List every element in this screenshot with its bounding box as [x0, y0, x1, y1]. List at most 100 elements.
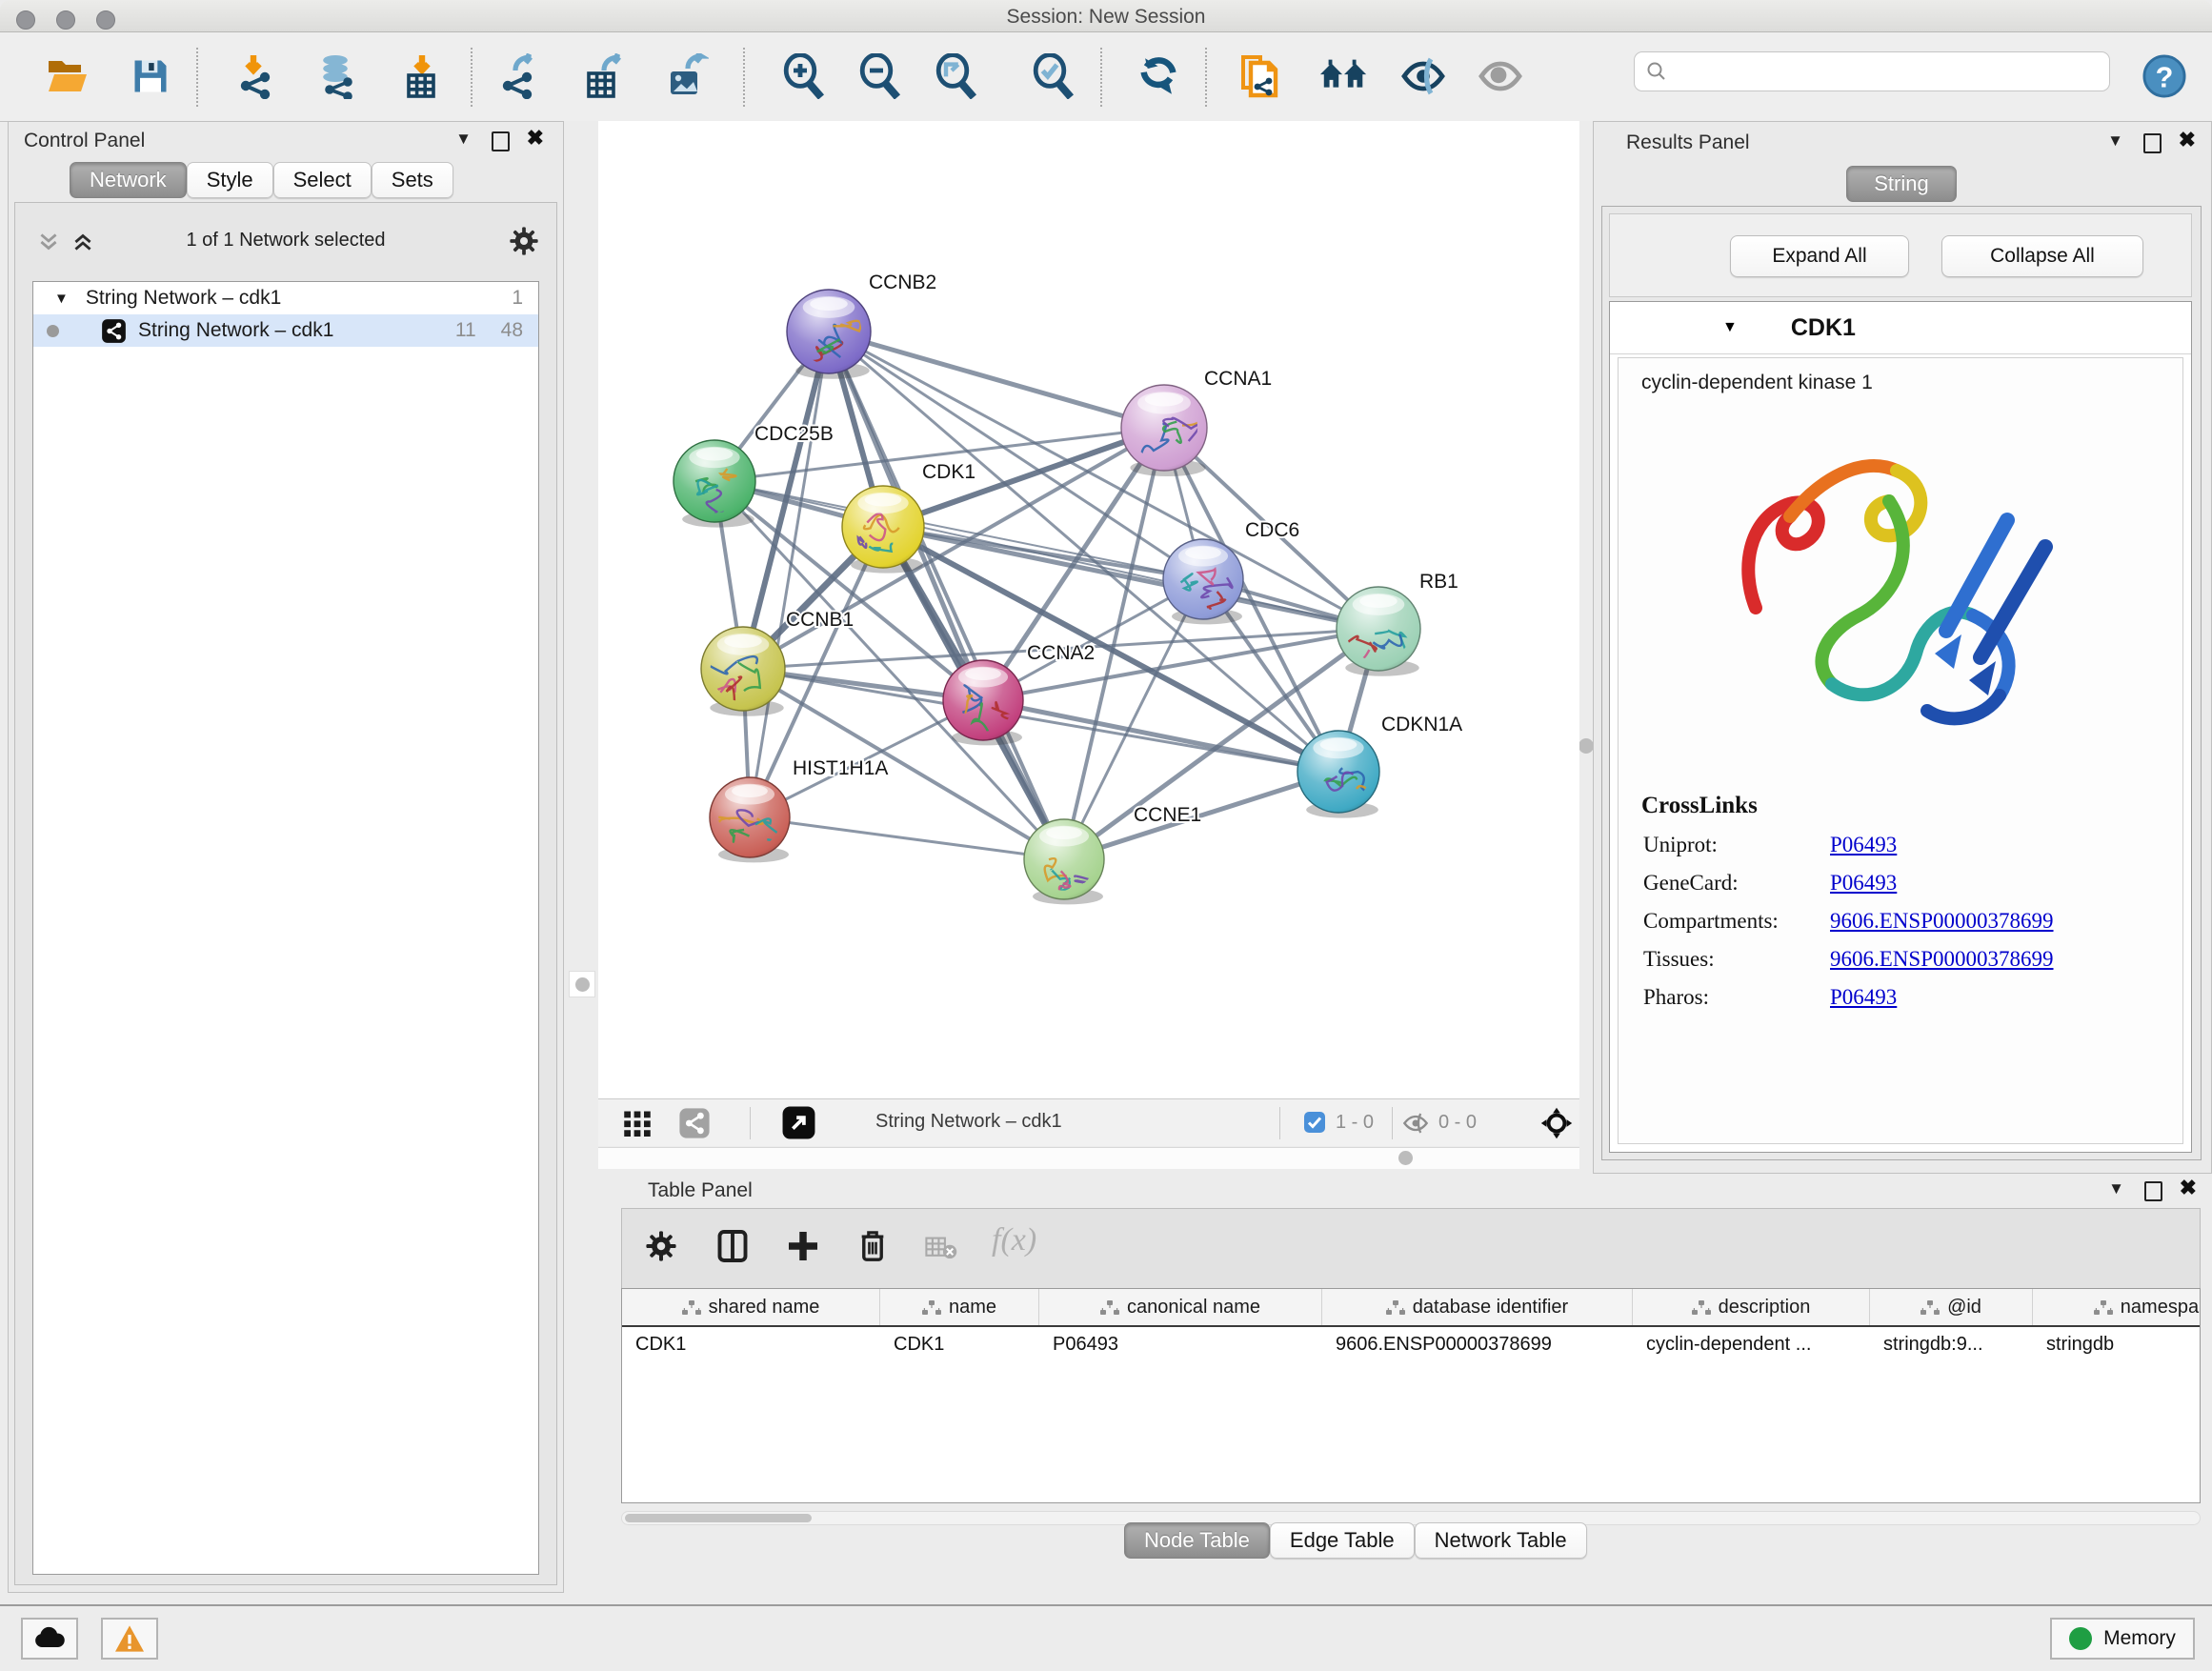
- edge-CCNB2-CCNA1[interactable]: [829, 332, 1164, 428]
- node-CCNA2[interactable]: [943, 660, 1023, 745]
- zoom-in-button[interactable]: [779, 51, 829, 101]
- network-canvas[interactable]: CCNB2CCNA1CDC25BCDK1CDC6RB1CCNB1CCNA2CDK…: [598, 121, 1579, 1098]
- crosslink-link[interactable]: P06493: [1830, 985, 1897, 1010]
- show-columns-icon[interactable]: [715, 1228, 750, 1264]
- import-network-from-file-button[interactable]: [232, 51, 282, 101]
- node-CDKN1A[interactable]: [1297, 731, 1383, 818]
- results-panel-float-icon[interactable]: [2143, 133, 2162, 158]
- tab-network-table[interactable]: Network Table: [1415, 1522, 1587, 1559]
- scrollbar-thumb[interactable]: [625, 1514, 812, 1522]
- hidden-eye-slash-icon[interactable]: [1402, 1110, 1429, 1137]
- export-network-button[interactable]: [494, 51, 544, 101]
- table-cell[interactable]: CDK1: [622, 1327, 880, 1361]
- save-session-button[interactable]: [126, 51, 175, 101]
- cloud-status-button[interactable]: [21, 1618, 78, 1660]
- results-panel-close-icon[interactable]: ✖: [2179, 128, 2196, 152]
- crosslink-link[interactable]: P06493: [1830, 871, 1897, 896]
- grid-view-icon[interactable]: [623, 1109, 652, 1137]
- open-session-button[interactable]: [43, 51, 92, 101]
- expand-all-button[interactable]: Expand All: [1730, 235, 1909, 277]
- tab-style[interactable]: Style: [187, 162, 273, 198]
- zoom-selected-button[interactable]: [1029, 51, 1078, 101]
- table-cell[interactable]: P06493: [1039, 1327, 1322, 1361]
- crosslink-link[interactable]: P06493: [1830, 833, 1897, 857]
- node-table-body[interactable]: CDK1CDK1P064939606.ENSP00000378699cyclin…: [622, 1327, 2200, 1361]
- crosslink-link[interactable]: 9606.ENSP00000378699: [1830, 909, 2054, 934]
- table-cell[interactable]: stringdb: [2033, 1327, 2201, 1361]
- entry-collapse-caret[interactable]: ▼: [1722, 319, 1738, 336]
- search-input[interactable]: [1634, 51, 2110, 91]
- panel-splitter-left[interactable]: [564, 121, 598, 1593]
- import-table-from-file-button[interactable]: [397, 51, 447, 101]
- fit-content-button[interactable]: [932, 51, 981, 101]
- tab-network[interactable]: Network: [70, 162, 187, 198]
- network-options-gear-icon[interactable]: [509, 226, 539, 256]
- node-table-header[interactable]: shared namenamecanonical namedatabase id…: [622, 1289, 2200, 1327]
- detach-view-icon[interactable]: [781, 1105, 816, 1140]
- control-panel-float-icon[interactable]: [492, 131, 510, 156]
- edge-CCNB2-HIST1H1A[interactable]: [750, 332, 829, 817]
- select-first-neighbors-button[interactable]: [1319, 51, 1369, 101]
- cdk1-entry-header[interactable]: ▼ CDK1: [1610, 302, 2191, 354]
- column-header-name[interactable]: name: [880, 1289, 1039, 1325]
- column-header-canonical-name[interactable]: canonical name: [1039, 1289, 1322, 1325]
- table-cell[interactable]: stringdb:9...: [1870, 1327, 2033, 1361]
- table-panel-menu-caret[interactable]: ▼: [2108, 1179, 2124, 1198]
- control-panel-close-icon[interactable]: ✖: [527, 126, 544, 151]
- create-column-plus-icon[interactable]: [786, 1228, 820, 1264]
- column-header-database-identifier[interactable]: database identifier: [1322, 1289, 1633, 1325]
- import-network-from-database-button[interactable]: [314, 51, 364, 101]
- network-collection-row[interactable]: ▼ String Network – cdk1 1: [33, 282, 538, 314]
- delete-column-trash-icon[interactable]: [856, 1228, 889, 1264]
- panel-splitter-right[interactable]: [1579, 121, 1593, 1174]
- apply-preferred-layout-button[interactable]: [1134, 51, 1183, 101]
- table-cell[interactable]: CDK1: [880, 1327, 1039, 1361]
- node-CDC25B[interactable]: [674, 440, 755, 528]
- control-panel-menu-caret[interactable]: ▼: [455, 130, 472, 149]
- table-row[interactable]: CDK1CDK1P064939606.ENSP00000378699cyclin…: [622, 1327, 2200, 1361]
- edge-CCNA2-CDKN1A[interactable]: [983, 700, 1338, 772]
- node-CCNE1[interactable]: [1024, 819, 1104, 904]
- export-table-button[interactable]: [579, 51, 629, 101]
- collection-expand-caret[interactable]: ▼: [54, 291, 69, 307]
- column-header-namespace[interactable]: namespace: [2033, 1289, 2201, 1325]
- zoom-out-button[interactable]: [855, 51, 905, 101]
- column-header-description[interactable]: description: [1633, 1289, 1870, 1325]
- node-CCNB2[interactable]: [787, 290, 871, 379]
- network-row-selected[interactable]: String Network – cdk1 11 48: [33, 314, 538, 347]
- memory-button[interactable]: Memory: [2050, 1618, 2195, 1660]
- table-cell[interactable]: cyclin-dependent ...: [1633, 1327, 1870, 1361]
- table-panel-close-icon[interactable]: ✖: [2180, 1176, 2197, 1200]
- panel-splitter-bottom[interactable]: [598, 1147, 1579, 1169]
- warning-status-button[interactable]: [101, 1618, 158, 1660]
- column-header-shared-name[interactable]: shared name: [622, 1289, 880, 1325]
- tab-sets[interactable]: Sets: [372, 162, 453, 198]
- tab-edge-table[interactable]: Edge Table: [1270, 1522, 1415, 1559]
- splitter-handle-dot[interactable]: [1579, 738, 1594, 754]
- collapse-all-button[interactable]: Collapse All: [1941, 235, 2143, 277]
- help-button[interactable]: ?: [2140, 51, 2189, 101]
- network-graph[interactable]: CCNB2CCNA1CDC25BCDK1CDC6RB1CCNB1CCNA2CDK…: [598, 121, 1579, 1098]
- show-all-button[interactable]: [1476, 51, 1525, 101]
- network-view-share-icon[interactable]: [678, 1107, 711, 1139]
- splitter-handle-dot[interactable]: [575, 977, 590, 992]
- splitter-handle-dot[interactable]: [1398, 1151, 1413, 1165]
- new-network-from-selection-button[interactable]: [1236, 51, 1285, 101]
- tab-node-table[interactable]: Node Table: [1124, 1522, 1270, 1559]
- edge-HIST1H1A-CCNE1[interactable]: [750, 817, 1064, 859]
- results-panel-menu-caret[interactable]: ▼: [2107, 131, 2123, 151]
- table-cell[interactable]: 9606.ENSP00000378699: [1322, 1327, 1633, 1361]
- column-header-id[interactable]: @id: [1870, 1289, 2033, 1325]
- table-gear-icon[interactable]: [645, 1230, 677, 1262]
- node-HIST1H1A[interactable]: [710, 777, 790, 862]
- node-RB1[interactable]: [1337, 587, 1420, 682]
- export-image-button[interactable]: [661, 51, 711, 101]
- node-CCNB1[interactable]: [701, 627, 785, 716]
- tab-select[interactable]: Select: [273, 162, 372, 198]
- tab-string[interactable]: String: [1846, 166, 1957, 202]
- hide-selected-button[interactable]: [1398, 51, 1448, 101]
- node-CDC6[interactable]: [1163, 539, 1243, 624]
- selected-checkbox-icon[interactable]: [1303, 1111, 1326, 1134]
- birds-eye-toggle-icon[interactable]: [1539, 1106, 1574, 1140]
- crosslink-link[interactable]: 9606.ENSP00000378699: [1830, 947, 2054, 972]
